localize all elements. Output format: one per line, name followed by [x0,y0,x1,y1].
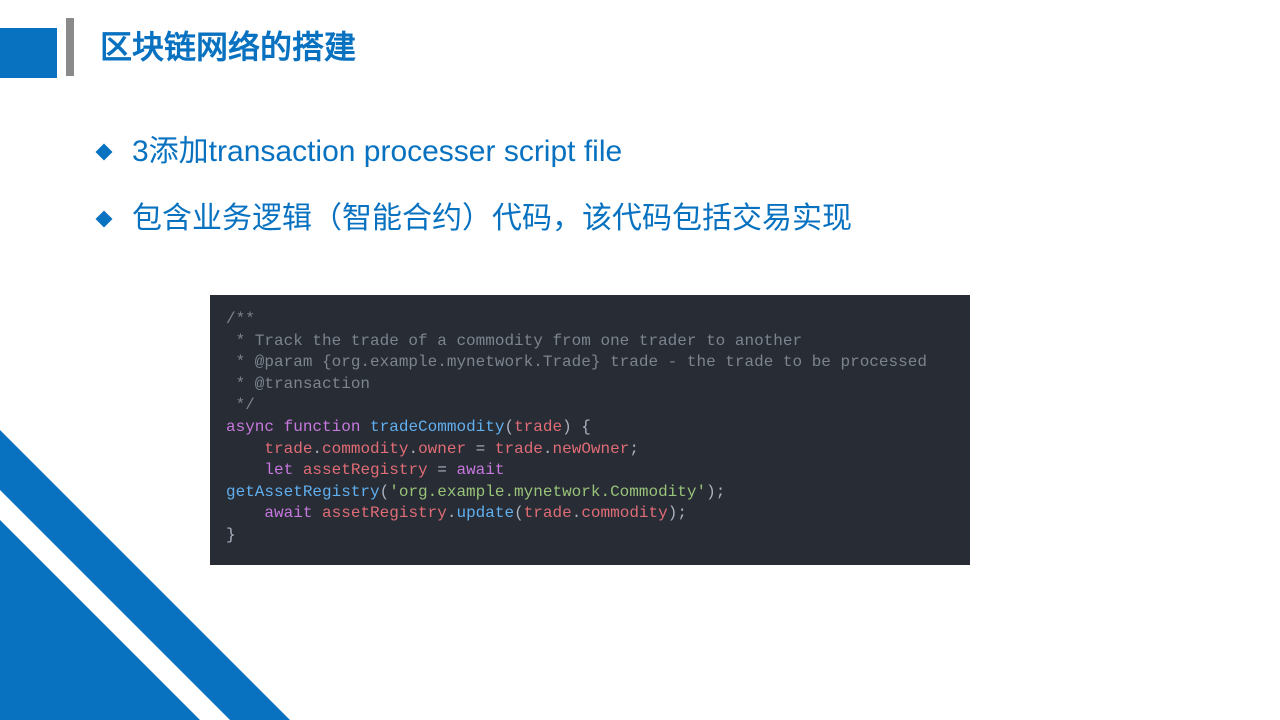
page-title: 区块链网络的搭建 [100,22,356,68]
bullet-text: 包含业务逻辑（智能合约）代码，该代码包括交易实现 [132,199,852,240]
bullet-item: 3添加transaction processer script file [98,132,1220,173]
diamond-icon [96,210,113,227]
header-blue-block [0,28,57,78]
bullet-item: 包含业务逻辑（智能合约）代码，该代码包括交易实现 [98,199,1220,240]
bullet-list: 3添加transaction processer script file 包含业… [98,132,1220,265]
code-block: /** * Track the trade of a commodity fro… [210,295,970,565]
bullet-text: 3添加transaction processer script file [132,132,622,173]
header-gray-bar [66,18,74,76]
diamond-icon [96,144,113,161]
